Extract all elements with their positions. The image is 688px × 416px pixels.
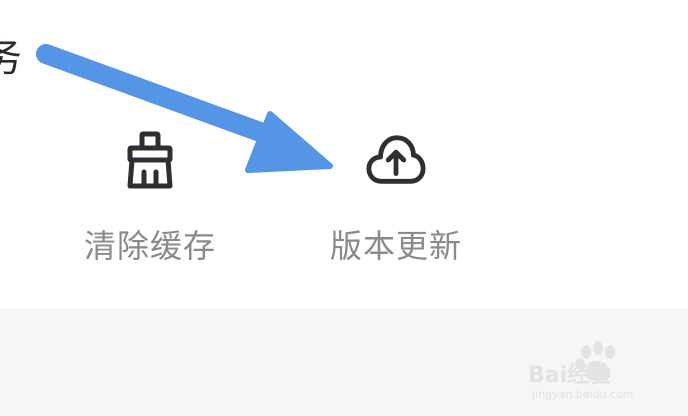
clear-cache-button[interactable]: 清除缓存 [70,130,230,280]
screen: 务 清除缓存 版本更新 Bai经验 jingyan.baidu.com [0,0,688,416]
cropped-text-fragment: 务 [0,35,22,81]
watermark-text: Bai经验 [528,362,611,388]
version-update-label: 版本更新 [329,227,462,265]
clear-cache-label: 清除缓存 [83,227,216,265]
version-update-button[interactable]: 版本更新 [316,130,476,280]
baidu-jingyan-watermark: Bai经验 jingyan.baidu.com [528,341,634,401]
cloud-upload-icon [366,130,426,190]
watermark-url: jingyan.baidu.com [531,388,634,401]
broom-icon [120,130,180,190]
